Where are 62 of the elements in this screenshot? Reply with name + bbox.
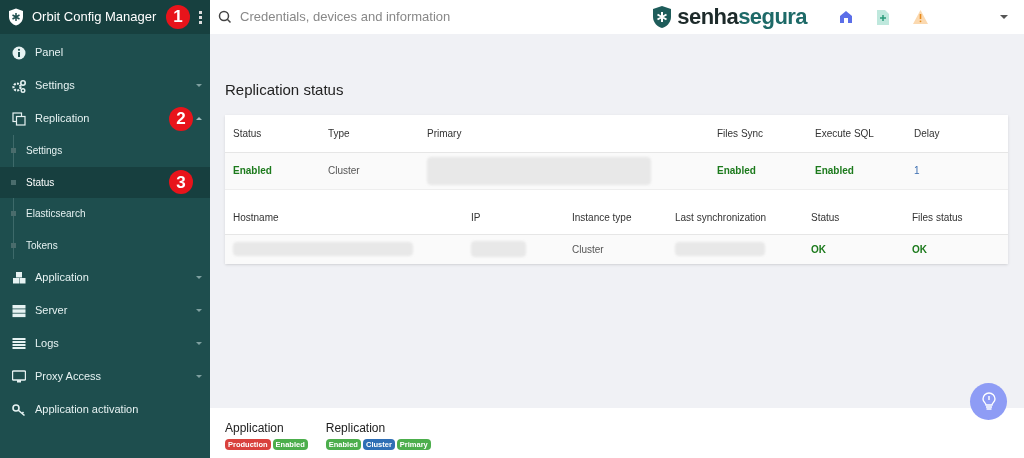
callout-badge: 3 <box>169 170 193 195</box>
column-header: Status <box>233 126 263 141</box>
sidebar-item[interactable]: Replication 2 <box>0 102 210 135</box>
column-header: Last synchronization <box>675 211 768 225</box>
table-cell-text: Cluster <box>572 242 604 257</box>
gears-icon <box>12 78 26 93</box>
table-cell-text: 1 <box>914 164 920 178</box>
copy-icon <box>12 111 26 126</box>
add-document-icon[interactable] <box>877 9 889 25</box>
column-header: Files Sync <box>717 126 765 141</box>
column-header: Primary <box>427 126 463 141</box>
shield-logo-icon <box>651 5 674 29</box>
column-header: IP <box>471 211 482 225</box>
home-icon[interactable] <box>839 10 853 24</box>
column-header: Delay <box>914 126 941 141</box>
sidebar-item[interactable]: Panel <box>0 36 210 69</box>
table-cell-text: Enabled <box>815 164 854 178</box>
sidebar-item[interactable]: Logs <box>0 327 210 360</box>
menu-icon[interactable] <box>199 11 202 24</box>
sidebar-item[interactable]: Settings <box>0 69 210 102</box>
submenu-item[interactable]: Elasticsearch <box>0 198 210 230</box>
logo-text: senhasegura <box>677 6 807 28</box>
shield-logo-icon <box>8 8 24 26</box>
key-icon <box>12 402 26 417</box>
search-field[interactable]: Credentials, devices and information <box>240 7 570 27</box>
bullet-icon <box>11 148 16 154</box>
column-header: Hostname <box>233 211 280 225</box>
sidebar-item[interactable]: Server <box>0 294 210 327</box>
info-icon <box>12 45 26 60</box>
callout-badge: 2 <box>169 106 193 131</box>
caret-down-icon[interactable] <box>1000 15 1008 19</box>
monitor-icon <box>12 369 26 384</box>
column-header: Type <box>328 126 351 141</box>
sidebar-item[interactable]: Application activation <box>0 393 210 426</box>
column-header: Status <box>811 211 841 225</box>
table-cell-text: Enabled <box>717 164 756 178</box>
search-icon <box>218 10 232 24</box>
table-cell-text: Enabled <box>233 164 272 178</box>
list-icon <box>12 336 26 351</box>
column-header: Files status <box>912 211 964 225</box>
app-title: Orbit Config Manager <box>32 8 157 27</box>
bullet-icon <box>11 179 16 185</box>
section-label: Replication <box>325 420 387 437</box>
table-cell-text: Cluster <box>328 164 360 178</box>
table-cell-text: OK <box>912 242 927 257</box>
bullet-icon <box>11 242 16 248</box>
section-label: Application <box>225 420 285 437</box>
server-icon <box>12 303 26 318</box>
page-title: Replication status <box>225 80 345 100</box>
submenu-item[interactable]: Status 3 <box>0 166 210 198</box>
callout-badge: 1 <box>166 5 190 29</box>
cubes-icon <box>12 270 26 285</box>
column-header: Execute SQL <box>815 126 875 141</box>
warning-icon[interactable] <box>913 10 928 24</box>
lightbulb-icon <box>981 391 996 412</box>
sidebar-item[interactable]: Proxy Access <box>0 360 210 393</box>
submenu-item[interactable]: Settings <box>0 135 210 167</box>
submenu-item[interactable]: Tokens <box>0 229 210 261</box>
column-header: Instance type <box>572 211 633 225</box>
bullet-icon <box>11 211 16 217</box>
table-cell-text: OK <box>811 242 826 257</box>
sidebar-item[interactable]: Application <box>0 261 210 294</box>
